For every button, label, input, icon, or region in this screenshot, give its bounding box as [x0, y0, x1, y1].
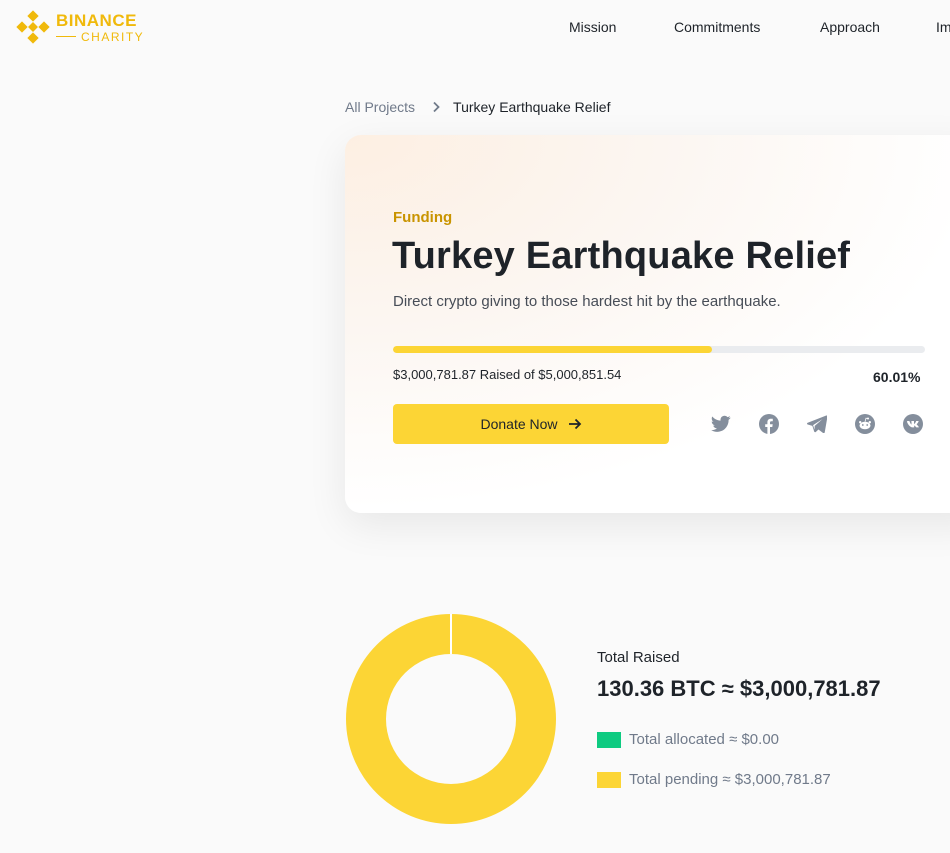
funding-progress-bar [393, 346, 925, 353]
project-description: Direct crypto giving to those hardest hi… [393, 293, 781, 310]
donate-button-label: Donate Now [480, 416, 558, 432]
total-raised-label: Total Raised [597, 649, 680, 666]
nav-impact[interactable]: Impact [936, 19, 950, 35]
breadcrumb-current: Turkey Earthquake Relief [453, 99, 611, 115]
logo-subtitle: CHARITY [56, 31, 144, 43]
project-title: Turkey Earthquake Relief [392, 235, 851, 277]
arrow-right-icon [568, 418, 582, 430]
binance-charity-logo[interactable]: BINANCE CHARITY [16, 10, 144, 44]
raised-percent: 60.01% [873, 369, 921, 385]
legend-allocated: Total allocated ≈ $0.00 [597, 731, 779, 748]
funds-donut-chart [346, 614, 556, 824]
donate-now-button[interactable]: Donate Now [393, 404, 669, 444]
vk-icon[interactable] [902, 413, 924, 435]
page: BINANCE CHARITY Mission Commitments Appr… [0, 0, 950, 853]
breadcrumb-all-projects[interactable]: All Projects [345, 99, 415, 115]
facebook-icon[interactable] [758, 413, 780, 435]
legend-allocated-label: Total allocated ≈ $0.00 [629, 731, 779, 748]
chevron-right-icon [431, 101, 441, 113]
allocated-swatch [597, 731, 621, 748]
total-raised-value: 130.36 BTC ≈ $3,000,781.87 [597, 676, 881, 701]
nav-commitments[interactable]: Commitments [674, 19, 760, 35]
binance-logo-icon [16, 10, 50, 44]
project-card: Funding Turkey Earthquake Relief Direct … [345, 135, 950, 513]
funding-progress-fill [393, 346, 713, 353]
telegram-icon[interactable] [806, 413, 828, 435]
breadcrumb: All Projects Turkey Earthquake Relief [345, 99, 610, 115]
raised-amount: $3,000,781.87 Raised of $5,000,851.54 [393, 367, 622, 382]
reddit-icon[interactable] [854, 413, 876, 435]
pending-swatch [597, 771, 621, 788]
legend-pending: Total pending ≈ $3,000,781.87 [597, 771, 831, 788]
project-status: Funding [393, 209, 453, 226]
legend-pending-label: Total pending ≈ $3,000,781.87 [629, 771, 831, 788]
nav-mission[interactable]: Mission [569, 19, 616, 35]
nav-approach[interactable]: Approach [820, 19, 880, 35]
twitter-icon[interactable] [710, 413, 732, 435]
logo-title: BINANCE [56, 10, 137, 30]
